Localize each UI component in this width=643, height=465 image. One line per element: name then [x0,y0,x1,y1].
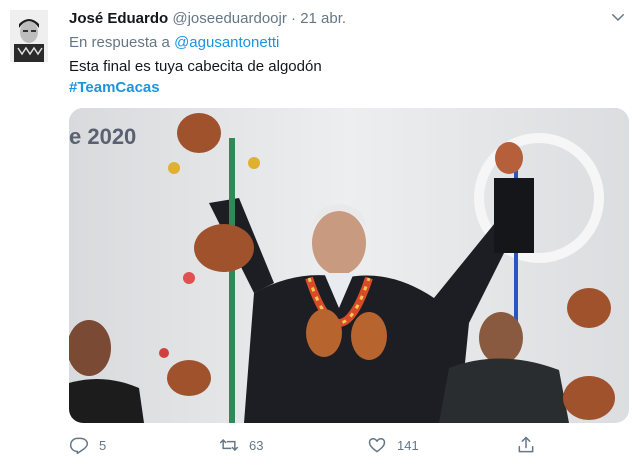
separator-dot: · [291,10,297,27]
reply-prefix: En respuesta a [69,34,175,51]
background-sign-text: e 2020 [69,124,137,149]
reply-count: 5 [99,437,107,453]
author-handle[interactable]: @joseeduardoojr [172,10,286,27]
reply-context: En respuesta a @agusantonetti [69,33,279,53]
share-icon [518,436,534,453]
hashtag-link[interactable]: #TeamCacas [69,78,160,98]
author-name[interactable]: José Eduardo [69,10,168,27]
retweet-icon [219,439,239,451]
tweet-header: José Eduardo @joseeduardoojr · 21 abr. [69,9,346,29]
avatar[interactable] [10,10,48,62]
reply-mention-link[interactable]: @agusantonetti [174,34,279,51]
tweet-date[interactable]: 21 abr. [300,10,346,27]
like-count: 141 [397,437,419,453]
tweet: José Eduardo @joseeduardoojr · 21 abr. E… [0,0,643,465]
share-button[interactable] [516,433,546,457]
retweet-count: 63 [249,437,264,453]
like-button[interactable]: 141 [367,433,419,457]
retweet-button[interactable]: 63 [219,433,263,457]
heart-icon [368,438,386,453]
tweet-photo[interactable]: e 2020 [69,108,629,423]
tweet-actions: 5 63 141 [69,433,609,457]
tweet-text: Esta final es tuya cabecita de algodón [69,58,322,75]
chevron-down-icon[interactable] [609,8,627,26]
reply-button[interactable]: 5 [69,433,106,457]
reply-bubble-icon [69,437,89,455]
